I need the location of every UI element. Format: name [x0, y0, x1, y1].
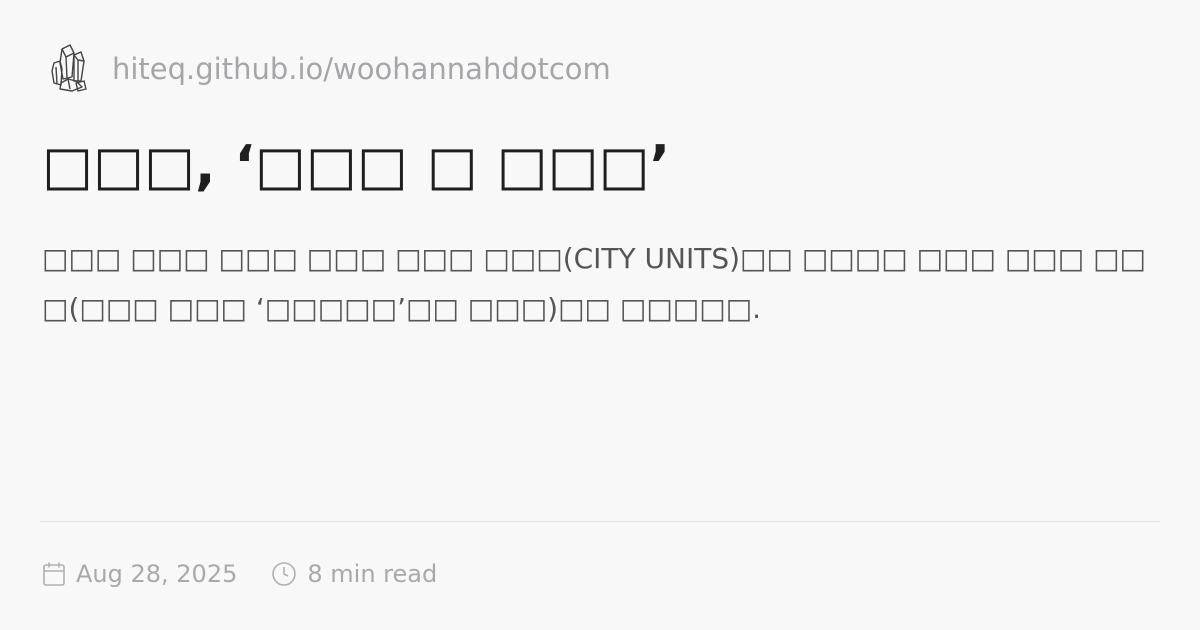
- site-header: hiteq.github.io/woohannahdotcom: [46, 42, 611, 96]
- site-url-link[interactable]: hiteq.github.io/woohannahdotcom: [112, 52, 611, 86]
- article-meta: Aug 28, 2025 8 min read: [42, 553, 471, 595]
- page-title: □□□, ‘□□□ □ □□□’: [42, 134, 671, 197]
- read-time: 8 min read: [307, 560, 438, 588]
- article-description: □□□ □□□ □□□ □□□ □□□ □□□(CITY UNITS)□□ □□…: [42, 242, 1147, 325]
- date-meta: Aug 28, 2025: [42, 560, 237, 588]
- publish-date: Aug 28, 2025: [76, 560, 238, 588]
- crystal-cluster-icon[interactable]: [46, 42, 90, 96]
- clock-icon: [272, 562, 297, 586]
- divider: [40, 521, 1160, 522]
- read-time-meta: 8 min read: [271, 560, 437, 588]
- calendar-icon: [43, 562, 65, 586]
